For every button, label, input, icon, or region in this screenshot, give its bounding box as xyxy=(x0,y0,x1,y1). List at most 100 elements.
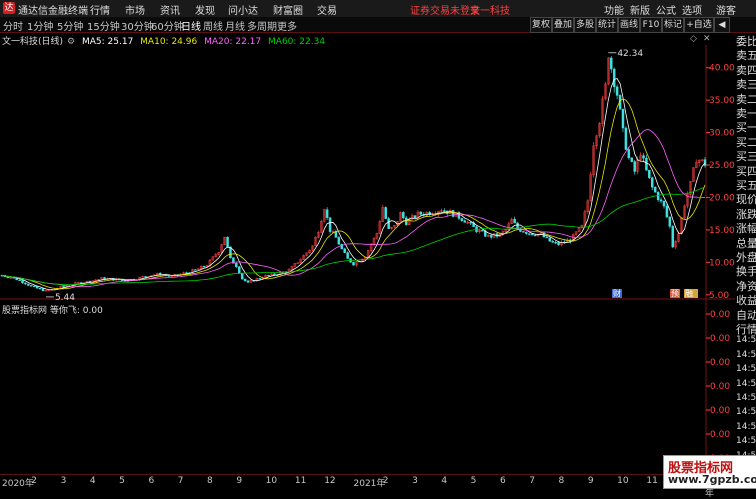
candle-body[interactable] xyxy=(194,269,197,271)
menu-quotes[interactable]: 行情 xyxy=(90,2,110,17)
menu-formula[interactable]: 公式 xyxy=(656,2,676,17)
candle-body[interactable] xyxy=(402,212,405,219)
period-multi[interactable]: 多周期 xyxy=(247,18,277,33)
candle-body[interactable] xyxy=(671,226,675,248)
candle-body[interactable] xyxy=(551,241,554,243)
candle-body[interactable] xyxy=(624,127,628,150)
period-weekly[interactable]: 周线 xyxy=(203,18,223,33)
candle-body[interactable] xyxy=(325,209,329,218)
menu-discover[interactable]: 发现 xyxy=(195,2,215,17)
candle-body[interactable] xyxy=(384,207,387,219)
candle-body[interactable] xyxy=(610,57,613,70)
candle-body[interactable] xyxy=(243,278,247,282)
period-monthly[interactable]: 月线 xyxy=(225,18,245,33)
candle-body[interactable] xyxy=(41,288,45,292)
multi-stock-button[interactable]: 多股 xyxy=(574,17,596,33)
candle-body[interactable] xyxy=(489,234,493,238)
candle-body[interactable] xyxy=(328,217,332,232)
candle-body[interactable] xyxy=(530,233,534,236)
candle-body[interactable] xyxy=(668,216,672,227)
candle-body[interactable] xyxy=(627,149,631,159)
close-icon[interactable]: ✕ xyxy=(703,34,711,44)
candle-body[interactable] xyxy=(522,231,525,233)
side-panel-item[interactable]: 14:56 xyxy=(736,436,756,446)
menu-news[interactable]: 资讯 xyxy=(160,2,180,17)
candle-body[interactable] xyxy=(513,218,516,224)
mark-button[interactable]: 标记 xyxy=(662,17,684,33)
candle-body[interactable] xyxy=(226,236,229,248)
candle-body[interactable] xyxy=(525,231,528,234)
candle-body[interactable] xyxy=(387,218,390,229)
candle-body[interactable] xyxy=(621,108,625,129)
period-5min[interactable]: 5分钟 xyxy=(57,18,83,33)
candle-body[interactable] xyxy=(451,210,455,217)
f10-button[interactable]: F10 xyxy=(640,17,662,33)
candle-body[interactable] xyxy=(554,242,557,244)
side-panel-item[interactable]: 14:56 xyxy=(736,350,756,360)
candle-body[interactable] xyxy=(615,86,619,96)
candle-body[interactable] xyxy=(38,287,42,290)
candle-body[interactable] xyxy=(267,274,270,277)
candle-body[interactable] xyxy=(703,159,707,166)
side-panel-item[interactable]: 14:56 xyxy=(736,364,756,374)
candle-body[interactable] xyxy=(240,273,244,280)
candle-body[interactable] xyxy=(481,230,484,232)
candle-body[interactable] xyxy=(273,273,276,276)
candle-body[interactable] xyxy=(662,200,666,207)
candle-body[interactable] xyxy=(238,266,241,274)
draw-line-button[interactable]: 画线 xyxy=(618,17,640,33)
menu-options[interactable]: 选项 xyxy=(682,2,702,17)
overlay-button[interactable]: 叠加 xyxy=(552,17,574,33)
candle-body[interactable] xyxy=(35,286,39,289)
statistics-button[interactable]: 统计 xyxy=(596,17,618,33)
candle-body[interactable] xyxy=(337,237,341,245)
candle-body[interactable] xyxy=(463,220,467,223)
menu-wealth-circle[interactable]: 财富圈 xyxy=(273,2,303,17)
side-panel-item[interactable]: 14:56 xyxy=(736,422,756,432)
candle-body[interactable] xyxy=(633,161,636,172)
collapse-panel-icon[interactable]: ◀ xyxy=(714,17,730,33)
candle-body[interactable] xyxy=(533,234,537,237)
candle-body[interactable] xyxy=(32,285,36,288)
period-intraday[interactable]: 分时 xyxy=(3,18,23,33)
adjust-button[interactable]: 复权 xyxy=(530,17,552,33)
candle-body[interactable] xyxy=(202,265,206,268)
candle-body[interactable] xyxy=(665,205,669,218)
candle-body[interactable] xyxy=(343,248,346,253)
period-60min[interactable]: 60分钟 xyxy=(151,18,184,33)
candle-body[interactable] xyxy=(24,282,27,285)
candle-body[interactable] xyxy=(352,261,355,266)
candle-body[interactable] xyxy=(630,157,634,162)
side-panel-item[interactable]: 14:56 xyxy=(736,335,756,345)
guest-user[interactable]: 游客 xyxy=(716,2,736,17)
candle-body[interactable] xyxy=(528,233,531,235)
menu-functions[interactable]: 功能 xyxy=(604,2,624,17)
candle-body[interactable] xyxy=(21,280,24,284)
candle-body[interactable] xyxy=(545,236,549,239)
candle-body[interactable] xyxy=(645,157,648,171)
candle-body[interactable] xyxy=(62,286,65,288)
add-favorite-button[interactable]: +自选 xyxy=(684,17,714,33)
period-daily[interactable]: 日线 xyxy=(181,18,201,33)
side-panel-item[interactable]: 14:56 xyxy=(736,407,756,417)
side-panel-item[interactable]: 14:56 xyxy=(736,379,756,389)
candle-body[interactable] xyxy=(642,155,645,159)
candle-body[interactable] xyxy=(246,280,250,283)
candle-body[interactable] xyxy=(648,169,651,179)
candle-body[interactable] xyxy=(413,215,417,219)
side-panel-item[interactable]: 14:56 xyxy=(736,393,756,403)
menu-trade[interactable]: 交易 xyxy=(317,2,337,17)
period-1min[interactable]: 1分钟 xyxy=(27,18,53,33)
period-more[interactable]: 更多 xyxy=(277,18,297,33)
candle-body[interactable] xyxy=(548,237,552,242)
diamond-icon[interactable]: ◇ xyxy=(690,34,697,44)
candle-body[interactable] xyxy=(144,276,147,278)
candle-body[interactable] xyxy=(346,252,349,259)
candle-body[interactable] xyxy=(334,231,338,238)
candle-body[interactable] xyxy=(460,218,464,221)
candle-body[interactable] xyxy=(404,217,408,225)
candle-body[interactable] xyxy=(419,211,423,215)
candle-body[interactable] xyxy=(612,68,616,88)
candle-body[interactable] xyxy=(27,283,30,286)
candle-body[interactable] xyxy=(443,210,446,212)
